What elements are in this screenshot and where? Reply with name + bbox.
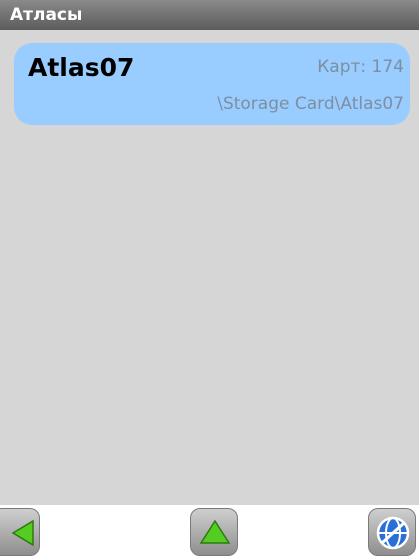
- up-button[interactable]: [190, 508, 238, 556]
- back-button[interactable]: [0, 508, 40, 556]
- arrow-left-icon: [11, 519, 34, 547]
- atlas-name: Atlas07: [28, 53, 135, 82]
- bottom-toolbar: [0, 505, 419, 559]
- globe-button[interactable]: [368, 508, 416, 556]
- arrow-up-icon: [199, 519, 231, 544]
- window-title: Атласы: [0, 0, 419, 30]
- globe-icon: [376, 516, 410, 550]
- atlas-list: Atlas07 Карт: 174 \Storage Card\Atlas07: [0, 30, 419, 505]
- atlas-map-count: Карт: 174: [317, 57, 404, 77]
- atlas-path: \Storage Card\Atlas07: [217, 94, 404, 114]
- atlas-list-item[interactable]: Atlas07 Карт: 174 \Storage Card\Atlas07: [14, 43, 410, 125]
